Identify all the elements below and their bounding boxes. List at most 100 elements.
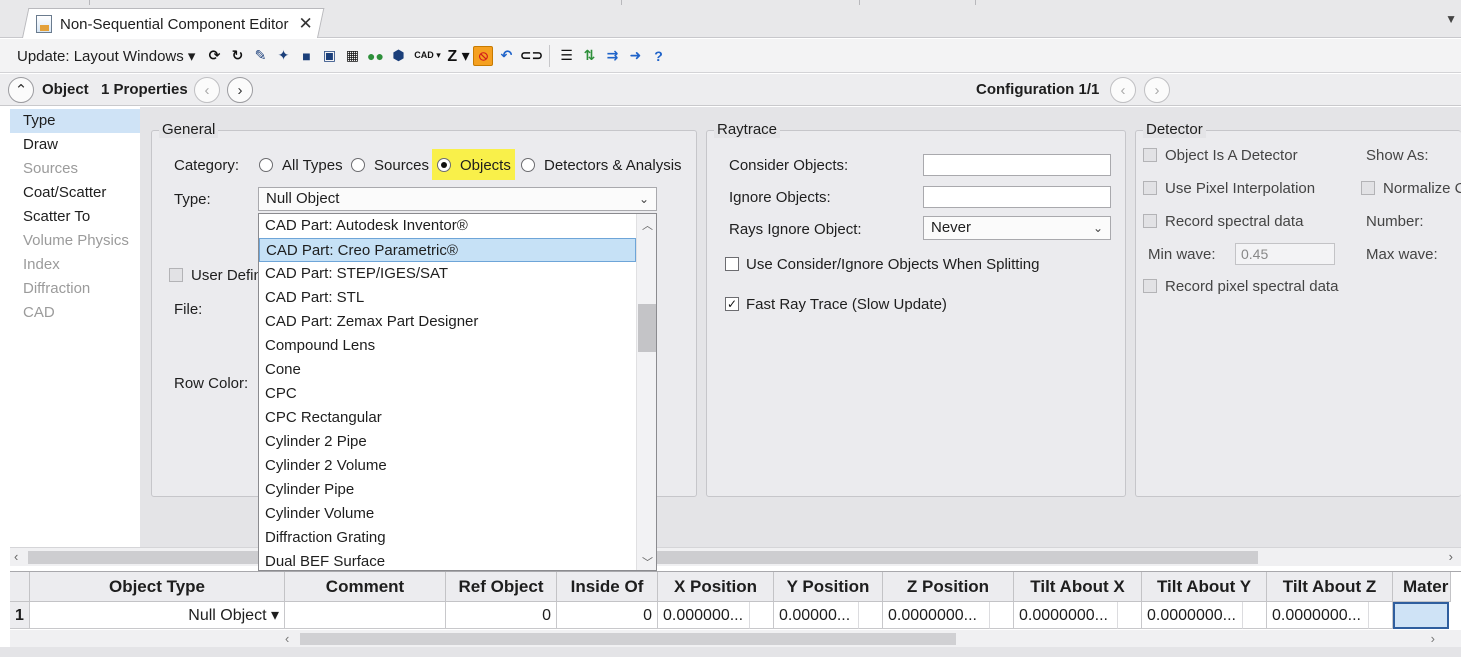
record-spectral-data-checkbox[interactable] [1143,214,1157,228]
hidden-tab[interactable] [860,0,976,5]
dropdown-option[interactable]: Cone [259,358,636,382]
category-all-types-radio[interactable] [259,158,273,172]
min-wave-input[interactable]: 0.45 [1235,243,1335,265]
column-header-tilt-z[interactable]: Tilt About Z [1267,572,1393,602]
cell-y-position[interactable]: 0.00000... [774,602,859,629]
category-detectors-radio[interactable] [521,158,535,172]
cell-y-position-solve[interactable] [859,602,883,629]
cell-comment[interactable] [285,602,446,629]
dropdown-option[interactable]: CAD Part: Autodesk Inventor® [259,214,636,238]
cell-tilt-y-solve[interactable] [1243,602,1267,629]
dropdown-option[interactable]: CAD Part: STEP/IGES/SAT [259,262,636,286]
dropdown-option-highlighted[interactable]: CAD Part: Creo Parametric® [259,238,636,262]
grid-corner[interactable] [10,572,30,602]
hexagon-icon[interactable]: ⬢ [388,46,408,66]
previous-object-button[interactable]: ‹ [194,77,220,103]
scroll-up-icon[interactable]: ︿ [642,217,653,233]
solid-model-icon[interactable]: ▣ [319,46,339,66]
notes-icon[interactable]: ☰ [556,46,576,66]
cell-z-position[interactable]: 0.0000000... [883,602,990,629]
column-header-object-type[interactable]: Object Type [30,572,285,602]
cell-tilt-z[interactable]: 0.0000000... [1267,602,1369,629]
cube-icon[interactable]: ■ [296,46,316,66]
update-mode-dropdown[interactable]: Update: Layout Windows ▾ [17,47,195,65]
object-is-detector-checkbox[interactable] [1143,148,1157,162]
document-tab-content[interactable]: Non-Sequential Component Editor ✕ [36,12,313,36]
scrollbar-thumb[interactable] [638,304,656,352]
next-arrow-icon[interactable]: ➜ [625,46,645,66]
scroll-left-icon[interactable]: ‹ [285,631,289,646]
normalize-checkbox[interactable] [1361,181,1375,195]
sidebar-item-index[interactable]: Index [10,253,140,277]
refresh-icon[interactable]: ⟳ [204,46,224,66]
sidebar-item-volume-physics[interactable]: Volume Physics [10,229,140,253]
dropdown-option[interactable]: Cylinder Pipe [259,478,636,502]
sidebar-item-sources[interactable]: Sources [10,157,140,181]
dropdown-option[interactable]: CPC Rectangular [259,406,636,430]
next-object-button[interactable]: › [227,77,253,103]
cell-tilt-x-solve[interactable] [1118,602,1142,629]
cell-x-position[interactable]: 0.000000... [658,602,750,629]
dropdown-option[interactable]: Cylinder 2 Volume [259,454,636,478]
column-header-tilt-y[interactable]: Tilt About Y [1142,572,1267,602]
column-header-inside-of[interactable]: Inside Of [557,572,658,602]
sidebar-item-scatter-to[interactable]: Scatter To [10,205,140,229]
cell-material-selected[interactable] [1393,602,1449,629]
column-header-ref-object[interactable]: Ref Object [446,572,557,602]
dropdown-option[interactable]: CAD Part: STL [259,286,636,310]
sidebar-item-diffraction[interactable]: Diffraction [10,277,140,301]
rays-ignore-object-select[interactable]: Never ⌄ [923,216,1111,240]
ignore-rays-icon[interactable]: ⦸ [473,45,494,66]
category-sources-label[interactable]: Sources [374,157,429,174]
z-dropdown[interactable]: Z ▾ [446,46,470,66]
toggle-switch-icon[interactable]: ⊂⊃ [519,46,543,66]
consider-objects-input[interactable] [923,154,1111,176]
close-icon[interactable]: ✕ [298,14,312,34]
scrollbar-thumb[interactable] [300,633,956,645]
dropdown-option[interactable]: Cylinder Volume [259,502,636,526]
column-header-material[interactable]: Mater [1393,572,1451,602]
dropdown-vertical-scrollbar[interactable]: ︿ ﹀ [636,214,656,570]
collapse-properties-button[interactable]: ⌃ [8,77,34,103]
type-select[interactable]: Null Object ⌄ [258,187,657,211]
insert-arrows-icon[interactable]: ⇉ [602,46,622,66]
cad-export-dropdown[interactable]: CAD ▾ [411,46,443,66]
column-header-x-position[interactable]: X Position [658,572,774,602]
dropdown-option[interactable]: Diffraction Grating [259,526,636,550]
tab-list-menu-icon[interactable]: ▼ [1445,12,1457,26]
column-header-y-position[interactable]: Y Position [774,572,883,602]
previous-configuration-button[interactable]: ‹ [1110,77,1136,103]
scroll-right-icon[interactable]: › [1431,631,1435,646]
grid-view-icon[interactable]: ▦ [342,46,362,66]
fast-ray-trace-checkbox[interactable]: ✓ [725,297,739,311]
cell-x-position-solve[interactable] [750,602,774,629]
category-detectors-label[interactable]: Detectors & Analysis [544,157,682,174]
type-dropdown-list[interactable]: CAD Part: Autodesk Inventor® CAD Part: C… [258,213,657,571]
column-header-tilt-x[interactable]: Tilt About X [1014,572,1142,602]
swap-arrows-icon[interactable]: ⇅ [579,46,599,66]
row-index[interactable]: 1 [10,602,30,629]
use-pixel-interpolation-checkbox[interactable] [1143,181,1157,195]
dropdown-option[interactable]: Compound Lens [259,334,636,358]
dropdown-option[interactable]: Cylinder 2 Pipe [259,430,636,454]
cell-z-position-solve[interactable] [990,602,1014,629]
category-objects-label[interactable]: Objects [460,157,511,174]
refresh-all-icon[interactable]: ↻ [227,46,247,66]
category-sources-radio[interactable] [351,158,365,172]
dropdown-option[interactable]: Dual BEF Surface [259,550,636,570]
user-defined-checkbox[interactable] [169,268,183,282]
column-header-z-position[interactable]: Z Position [883,572,1014,602]
lens-group-icon[interactable]: ●● [365,46,385,66]
scroll-left-icon[interactable]: ‹ [14,549,18,564]
panel-horizontal-scrollbar[interactable]: ‹ › [10,547,1461,566]
next-configuration-button[interactable]: › [1144,77,1170,103]
cell-object-type[interactable]: Null Object ▾ [30,602,285,629]
dropdown-option[interactable]: CPC [259,382,636,406]
cell-inside-of[interactable]: 0 [557,602,658,629]
grid-horizontal-scrollbar[interactable]: ‹ › [10,630,1461,648]
sidebar-item-cad[interactable]: CAD [10,301,140,325]
column-header-comment[interactable]: Comment [285,572,446,602]
sidebar-item-draw[interactable]: Draw [10,133,140,157]
use-consider-ignore-checkbox[interactable] [725,257,739,271]
undo-arrow-icon[interactable]: ↶ [496,46,516,66]
